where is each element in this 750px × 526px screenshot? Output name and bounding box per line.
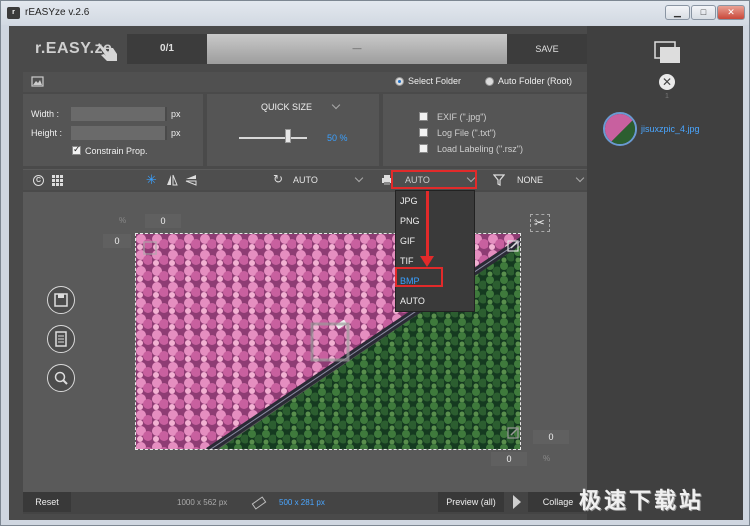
app-icon: r xyxy=(7,7,20,19)
select-folder-label[interactable]: Select Folder xyxy=(408,76,461,86)
tool-row: C ✳ ↻ AUTO AUTO NONE xyxy=(23,169,587,190)
annotation-arrow-head xyxy=(420,256,434,267)
quick-size-slider-thumb[interactable] xyxy=(285,129,291,143)
select-folder-radio[interactable] xyxy=(395,77,404,86)
document-icon xyxy=(55,331,67,347)
site-watermark: 极速下载站 xyxy=(579,489,705,514)
ruler-icon xyxy=(251,496,267,510)
chevron-down-icon[interactable] xyxy=(575,173,585,183)
constrain-label[interactable]: Constrain Prop. xyxy=(85,146,148,156)
metadata-panel: EXIF (".jpg") Log File (".txt") Load Lab… xyxy=(383,94,587,166)
format-option-png[interactable]: PNG xyxy=(396,211,474,231)
exif-label[interactable]: EXIF (".jpg") xyxy=(437,112,486,122)
format-dropdown-highlight[interactable] xyxy=(391,170,477,189)
preview-all-button[interactable]: Preview (all) xyxy=(438,492,504,512)
quick-size-percent: 50 % xyxy=(327,133,348,143)
size-panel: Width : px Height : px Constrain Prop. xyxy=(23,94,203,166)
load-labeling-checkbox[interactable] xyxy=(419,144,428,153)
maximize-button[interactable]: □ xyxy=(691,5,716,20)
format-option-jpg[interactable]: JPG xyxy=(396,191,474,211)
progress-bar: — xyxy=(207,34,507,64)
reset-button[interactable]: Reset xyxy=(23,492,71,512)
height-input[interactable] xyxy=(71,126,167,140)
flip-horizontal-icon[interactable] xyxy=(166,174,178,186)
file-name[interactable]: jisuxzpic_4.jpg xyxy=(641,124,700,134)
clear-files-icon[interactable]: ✕ xyxy=(659,74,675,90)
minimize-button[interactable]: ▁ xyxy=(665,5,690,20)
thumbnail-photo xyxy=(605,114,635,144)
format-dropdown-menu: JPG PNG GIF TIF BMP AUTO xyxy=(395,190,475,312)
app-client-area: r.EASY.ze 0/1 — SAVE Select Folder Auto … xyxy=(9,26,743,520)
app-window: r rEASYze v.2.6 ▁ □ ✕ r.EASY.ze 0/1 — SA… xyxy=(0,0,750,526)
window-title: rEASYze v.2.6 xyxy=(25,7,90,18)
image-counter: 0/1 xyxy=(127,34,207,64)
exif-checkbox[interactable] xyxy=(419,112,428,121)
grid-icon[interactable] xyxy=(52,175,63,186)
bmp-highlight-box xyxy=(395,267,443,287)
save-button[interactable]: SAVE xyxy=(507,34,587,64)
flip-vertical-icon[interactable] xyxy=(185,174,197,186)
filter-value[interactable]: NONE xyxy=(517,175,543,185)
chevron-down-icon[interactable] xyxy=(354,173,364,183)
image-canvas: % 0 0 0 0 % ✂ xyxy=(23,192,587,494)
arrow-right-icon xyxy=(513,495,521,509)
width-unit: px xyxy=(171,109,181,119)
height-label: Height : xyxy=(31,128,63,138)
load-labeling-label[interactable]: Load Labeling (".rsz") xyxy=(437,144,523,154)
quick-size-panel: QUICK SIZE 50 % xyxy=(207,94,379,166)
quick-size-slider-track[interactable] xyxy=(239,137,307,139)
constrain-checkbox[interactable] xyxy=(72,144,81,155)
file-panel: ✕ 1 jisuxzpic_4.jpg xyxy=(587,26,743,520)
quick-size-label: QUICK SIZE xyxy=(261,102,313,112)
bottom-offset-input[interactable]: 0 xyxy=(491,452,527,466)
top-offset-input[interactable]: 0 xyxy=(145,214,181,228)
copy-files-icon[interactable] xyxy=(653,40,683,64)
magnifier-icon xyxy=(54,371,68,385)
left-offset-input[interactable]: 0 xyxy=(103,234,131,248)
format-option-gif[interactable]: GIF xyxy=(396,231,474,251)
file-count: 1 xyxy=(665,93,669,100)
hand-pointer-icon xyxy=(98,43,117,61)
scissors-icon: ✂ xyxy=(534,215,545,230)
edit-top-icon[interactable] xyxy=(507,240,519,254)
original-size-label: 1000 x 562 px xyxy=(177,498,228,507)
folder-row: Select Folder Auto Folder (Root) xyxy=(23,72,587,92)
rotate-value[interactable]: AUTO xyxy=(293,175,318,185)
filter-icon[interactable] xyxy=(493,174,505,186)
auto-folder-label[interactable]: Auto Folder (Root) xyxy=(498,76,572,86)
rotate-icon[interactable]: ↻ xyxy=(273,172,283,186)
zoom-button[interactable] xyxy=(47,364,75,392)
app-logo: r.EASY.ze xyxy=(35,40,117,61)
edit-bottom-icon[interactable] xyxy=(507,427,519,441)
new-size-label: 500 x 281 px xyxy=(279,498,325,507)
bottom-bar: Reset 1000 x 562 px 500 x 281 px Preview… xyxy=(23,492,588,514)
image-folder-icon[interactable] xyxy=(31,75,44,88)
file-thumbnail[interactable] xyxy=(603,112,637,146)
sharpen-icon[interactable]: ✳ xyxy=(146,172,157,188)
title-bar: r rEASYze v.2.6 ▁ □ ✕ xyxy=(1,1,749,25)
log-file-checkbox[interactable] xyxy=(419,128,428,137)
save-disk-button[interactable] xyxy=(47,286,75,314)
document-button[interactable] xyxy=(47,325,75,353)
copyright-icon[interactable]: C xyxy=(33,175,44,186)
floppy-disk-icon xyxy=(54,293,68,307)
close-window-button[interactable]: ✕ xyxy=(717,5,745,20)
auto-folder-radio[interactable] xyxy=(485,77,494,86)
bottom-percent-label: % xyxy=(543,454,551,463)
top-percent-label: % xyxy=(119,216,127,225)
width-input[interactable] xyxy=(71,107,167,121)
chevron-down-icon[interactable] xyxy=(331,100,341,110)
log-file-label[interactable]: Log File (".txt") xyxy=(437,128,496,138)
height-unit: px xyxy=(171,128,181,138)
format-option-auto[interactable]: AUTO xyxy=(396,291,474,311)
width-label: Width : xyxy=(31,109,60,119)
crop-scissors-button[interactable]: ✂ xyxy=(530,214,550,232)
annotation-arrow xyxy=(426,191,429,261)
right-offset-input[interactable]: 0 xyxy=(533,430,569,444)
